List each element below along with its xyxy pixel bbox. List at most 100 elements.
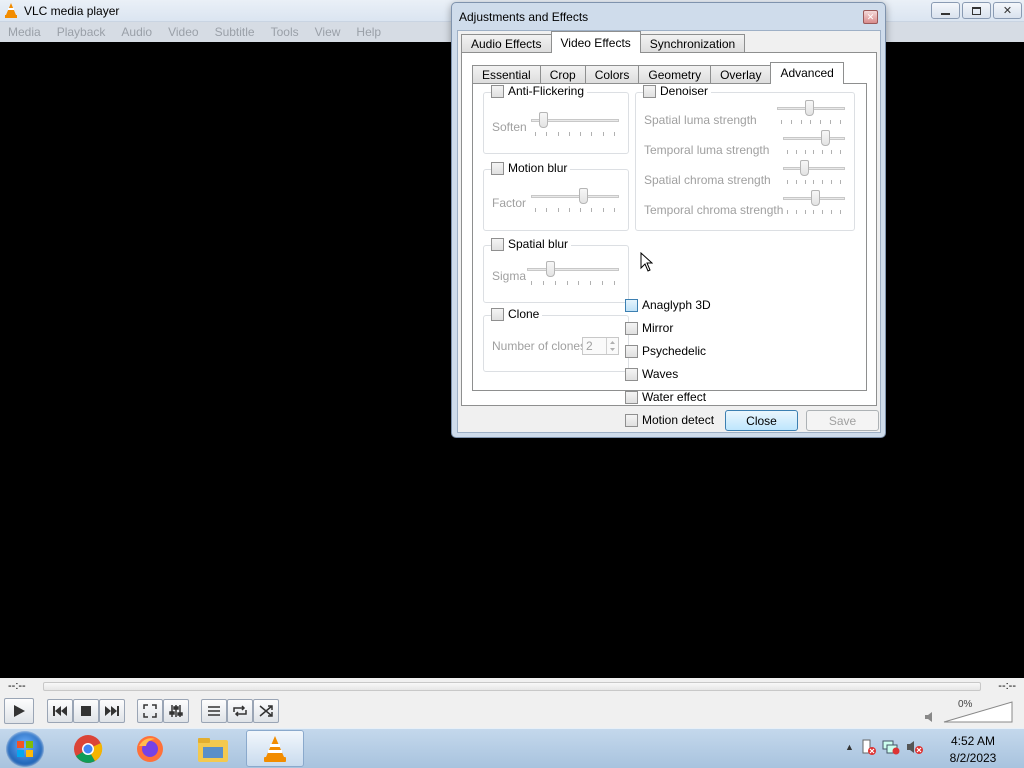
taskbar-clock[interactable]: 4:52 AM 8/2/2023 [940, 733, 1006, 767]
previous-button[interactable] [47, 699, 73, 723]
tab-video-effects[interactable]: Video Effects [550, 31, 641, 53]
waves-label: Waves [642, 367, 679, 381]
minimize-button[interactable] [931, 2, 960, 19]
temporal-luma-ticks [787, 150, 841, 155]
sub-tab-bar: Essential Crop Colors Geometry Overlay A… [472, 62, 844, 84]
tab-synchronization[interactable]: Synchronization [639, 34, 746, 53]
stop-button[interactable] [73, 699, 99, 723]
sigma-label: Sigma [492, 269, 527, 283]
loop-button[interactable] [227, 699, 253, 723]
anti-flickering-checkbox[interactable] [491, 84, 504, 98]
dialog-close-button[interactable]: ✕ [863, 10, 878, 24]
clone-checkbox[interactable] [491, 307, 504, 321]
water-effect-option[interactable]: Water effect [625, 390, 706, 404]
menu-tools[interactable]: Tools [263, 22, 307, 42]
restore-icon [972, 6, 981, 15]
spatial-blur-checkbox[interactable] [491, 237, 504, 251]
seek-bar[interactable] [43, 682, 981, 691]
soften-label: Soften [492, 120, 527, 134]
menu-video[interactable]: Video [160, 22, 206, 42]
spatial-luma-slider[interactable] [777, 100, 845, 118]
psychedelic-option[interactable]: Psychedelic [625, 344, 706, 358]
spin-arrows[interactable] [606, 338, 618, 354]
loop-icon [233, 705, 247, 717]
tab-advanced[interactable]: Advanced [770, 62, 844, 84]
denoiser-checkbox[interactable] [643, 84, 656, 98]
save-button[interactable]: Save [806, 410, 879, 431]
taskbar-explorer[interactable] [184, 730, 242, 767]
restore-button[interactable] [962, 2, 991, 19]
temporal-chroma-ticks [787, 210, 841, 215]
motion-detect-checkbox[interactable] [625, 413, 638, 427]
start-button[interactable] [6, 731, 44, 767]
play-button[interactable] [4, 698, 34, 724]
psychedelic-checkbox[interactable] [625, 344, 638, 358]
menu-view[interactable]: View [307, 22, 349, 42]
menu-help[interactable]: Help [348, 22, 389, 42]
temporal-luma-slider[interactable] [783, 130, 845, 148]
anaglyph-3d-label: Anaglyph 3D [642, 298, 711, 312]
taskbar-vlc[interactable] [246, 730, 304, 767]
close-button[interactable]: Close [725, 410, 798, 431]
psychedelic-label: Psychedelic [642, 344, 707, 358]
shuffle-button[interactable] [253, 699, 279, 723]
number-of-clones-spinbox[interactable]: 2 [582, 337, 619, 355]
menu-subtitle[interactable]: Subtitle [207, 22, 263, 42]
folder-icon [198, 737, 228, 762]
tab-crop[interactable]: Crop [539, 65, 586, 84]
tab-geometry[interactable]: Geometry [638, 65, 712, 84]
motion-detect-label: Motion detect [642, 413, 715, 427]
mirror-checkbox[interactable] [625, 321, 638, 335]
volume-muted-icon[interactable] [906, 739, 924, 755]
spin-arrows-icon [610, 341, 615, 351]
spatial-luma-label: Spatial luma strength [644, 113, 757, 127]
playlist-button[interactable] [201, 699, 227, 723]
anaglyph-3d-option[interactable]: Anaglyph 3D [625, 298, 711, 312]
network-icon[interactable] [882, 739, 900, 755]
fullscreen-button[interactable] [137, 699, 163, 723]
dialog-body: Audio Effects Video Effects Synchronizat… [457, 30, 881, 433]
action-center-icon[interactable] [860, 739, 876, 755]
waves-checkbox[interactable] [625, 367, 638, 381]
tab-audio-effects[interactable]: Audio Effects [461, 34, 552, 53]
water-effect-checkbox[interactable] [625, 390, 638, 404]
taskbar-firefox[interactable] [121, 730, 179, 767]
mirror-option[interactable]: Mirror [625, 321, 673, 335]
firefox-icon [137, 735, 163, 762]
menu-audio[interactable]: Audio [113, 22, 160, 42]
stop-icon [81, 706, 91, 716]
close-window-button[interactable]: ✕ [993, 2, 1022, 19]
denoiser-toggle[interactable]: Denoiser [643, 84, 712, 98]
taskbar-chrome[interactable] [59, 730, 117, 767]
factor-slider[interactable] [531, 188, 619, 206]
remaining-time[interactable]: --:-- [998, 680, 1016, 692]
vlc-cone-icon [264, 735, 286, 762]
tab-essential[interactable]: Essential [472, 65, 541, 84]
motion-blur-checkbox[interactable] [491, 161, 504, 175]
soften-slider[interactable] [531, 112, 619, 130]
tab-overlay[interactable]: Overlay [710, 65, 772, 84]
next-button[interactable] [99, 699, 125, 723]
volume-slider[interactable] [942, 701, 1014, 723]
spatial-blur-toggle[interactable]: Spatial blur [491, 237, 572, 251]
show-hidden-icons-button[interactable]: ▲ [845, 742, 854, 752]
video-effects-page: Essential Crop Colors Geometry Overlay A… [461, 52, 877, 427]
sigma-slider[interactable] [527, 261, 619, 279]
spatial-chroma-slider[interactable] [783, 160, 845, 178]
speaker-icon [925, 712, 932, 722]
menu-playback[interactable]: Playback [49, 22, 114, 42]
motion-detect-option[interactable]: Motion detect [625, 413, 714, 427]
waves-option[interactable]: Waves [625, 367, 678, 381]
clone-toggle[interactable]: Clone [491, 307, 543, 321]
motion-blur-toggle[interactable]: Motion blur [491, 161, 571, 175]
menu-media[interactable]: Media [0, 22, 49, 42]
denoiser-label: Denoiser [660, 84, 709, 98]
extended-settings-button[interactable] [163, 699, 189, 723]
adjustments-dialog: Adjustments and Effects ✕ Audio Effects … [451, 2, 886, 438]
play-icon [14, 705, 25, 717]
motion-blur-label: Motion blur [508, 161, 568, 175]
anaglyph-3d-checkbox[interactable] [625, 298, 638, 312]
temporal-chroma-slider[interactable] [783, 190, 845, 208]
tab-colors[interactable]: Colors [584, 65, 640, 84]
anti-flickering-toggle[interactable]: Anti-Flickering [491, 84, 588, 98]
